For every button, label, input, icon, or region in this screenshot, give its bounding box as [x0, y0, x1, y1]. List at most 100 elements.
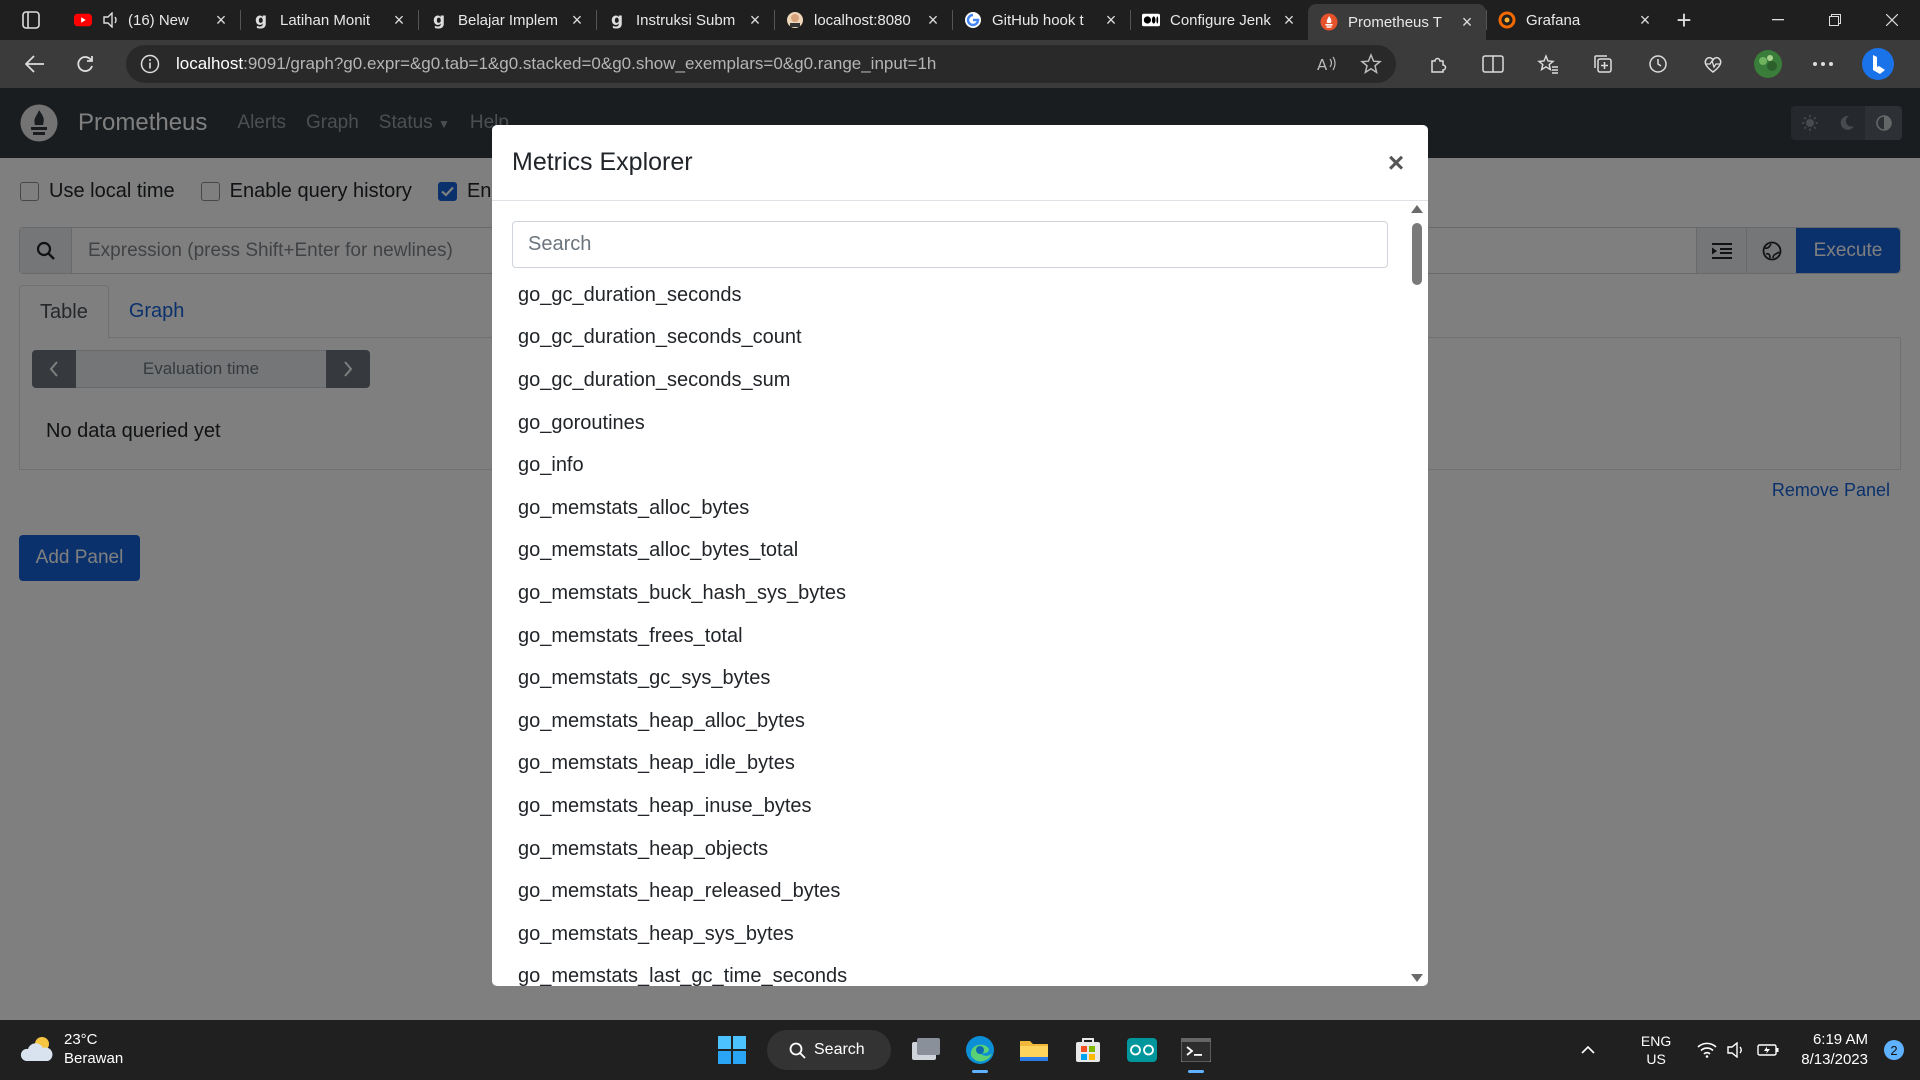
browser-tab-github-hook[interactable]: GitHub hook t ×	[952, 0, 1130, 40]
browser-tab-instruksi[interactable]: g Instruksi Subm ×	[596, 0, 774, 40]
bing-copilot-icon[interactable]	[1850, 40, 1905, 88]
favorite-star-icon[interactable]	[1360, 53, 1382, 75]
file-explorer-icon[interactable]	[1008, 1026, 1060, 1074]
metric-item[interactable]: go_memstats_alloc_bytes	[512, 487, 1388, 530]
split-screen-icon[interactable]	[1465, 40, 1520, 88]
restore-icon[interactable]	[1806, 0, 1863, 40]
edge-browser-icon[interactable]	[954, 1026, 1006, 1074]
tab-close-icon[interactable]: ×	[924, 10, 942, 30]
address-bar-row: localhost:9091/graph?g0.expr=&g0.tab=1&g…	[0, 40, 1920, 88]
task-view-icon[interactable]	[900, 1026, 952, 1074]
tab-close-icon[interactable]: ×	[390, 10, 408, 30]
tab-close-icon[interactable]: ×	[1280, 10, 1298, 30]
metric-item[interactable]: go_info	[512, 444, 1388, 487]
tab-title: Latihan Monit	[280, 11, 371, 29]
metric-item[interactable]: go_memstats_heap_released_bytes	[512, 870, 1388, 913]
windows-taskbar: 23°C Berawan Search ENG US 6:19 AM 8/13/…	[0, 1020, 1920, 1080]
network-sound-battery[interactable]	[1697, 1042, 1779, 1058]
prometheus-page: Prometheus Alerts Graph Status ▼ Help Us…	[0, 88, 1920, 1020]
metrics-search-input[interactable]: Search	[512, 221, 1388, 268]
clock-date: 8/13/2023	[1801, 1051, 1868, 1068]
browser-toolbar	[1410, 40, 1905, 88]
search-icon	[789, 1042, 806, 1059]
modal-body: Search go_gc_duration_seconds go_gc_dura…	[492, 201, 1428, 986]
scroll-down-arrow-icon[interactable]	[1411, 974, 1423, 982]
metric-item[interactable]: go_memstats_alloc_bytes_total	[512, 530, 1388, 573]
clock-time: 6:19 AM	[1812, 1031, 1868, 1048]
collections-icon[interactable]	[1575, 40, 1630, 88]
new-tab-button[interactable]: +	[1664, 0, 1704, 40]
profile-avatar[interactable]	[1740, 40, 1795, 88]
metric-item[interactable]: go_memstats_frees_total	[512, 615, 1388, 658]
scrollbar-thumb[interactable]	[1412, 223, 1422, 285]
modal-title: Metrics Explorer	[512, 148, 693, 176]
close-icon[interactable]: ×	[1384, 147, 1408, 179]
svg-text:g: g	[611, 11, 623, 29]
site-info-icon[interactable]	[140, 54, 160, 74]
tab-close-icon[interactable]: ×	[568, 10, 586, 30]
weather-temperature: 23°C	[64, 1031, 98, 1048]
refresh-icon[interactable]	[60, 40, 110, 88]
close-window-icon[interactable]	[1863, 0, 1920, 40]
tab-actions-icon[interactable]	[0, 0, 62, 40]
browser-tab-grafana[interactable]: Grafana ×	[1486, 0, 1664, 40]
favorites-icon[interactable]	[1520, 40, 1575, 88]
tab-close-icon[interactable]: ×	[212, 10, 230, 30]
tab-close-icon[interactable]: ×	[1636, 10, 1654, 30]
scroll-up-arrow-icon[interactable]	[1411, 205, 1423, 213]
input-language-indicator[interactable]: ENG US	[1641, 1032, 1671, 1068]
tray-icons	[1581, 1046, 1619, 1054]
metric-item[interactable]: go_gc_duration_seconds_sum	[512, 359, 1388, 402]
minimize-icon[interactable]	[1749, 0, 1806, 40]
tab-title: (16) New	[128, 11, 189, 29]
microsoft-store-icon[interactable]	[1062, 1026, 1114, 1074]
terminal-icon[interactable]	[1170, 1026, 1222, 1074]
system-tray: ENG US 6:19 AM 8/13/2023 2	[1581, 1020, 1920, 1080]
metric-item[interactable]: go_memstats_buck_hash_sys_bytes	[512, 572, 1388, 615]
taskbar-search-box[interactable]: Search	[767, 1030, 891, 1070]
tab-title: Instruksi Subm	[636, 11, 736, 29]
metric-item[interactable]: go_memstats_gc_sys_bytes	[512, 657, 1388, 700]
extensions-icon[interactable]	[1410, 40, 1465, 88]
metric-item[interactable]: go_gc_duration_seconds	[512, 274, 1388, 317]
tab-close-icon[interactable]: ×	[1102, 10, 1120, 30]
metric-item[interactable]: go_goroutines	[512, 402, 1388, 445]
metric-item[interactable]: go_memstats_heap_inuse_bytes	[512, 785, 1388, 828]
tab-title: GitHub hook t	[992, 11, 1084, 29]
metric-item[interactable]: go_memstats_heap_sys_bytes	[512, 913, 1388, 956]
speaker-icon[interactable]	[102, 11, 120, 29]
performance-icon[interactable]	[1685, 40, 1740, 88]
cloudy-weather-icon	[20, 1034, 56, 1064]
tab-close-icon[interactable]: ×	[1458, 12, 1476, 32]
metric-item[interactable]: go_memstats_last_gc_time_seconds	[512, 956, 1388, 986]
url-path: :9091/graph?g0.expr=&g0.tab=1&g0.stacked…	[243, 54, 937, 73]
volume-icon	[1727, 1042, 1747, 1058]
tab-title: Grafana	[1526, 11, 1581, 29]
tab-close-icon[interactable]: ×	[746, 10, 764, 30]
browser-tab-youtube[interactable]: (16) New ×	[62, 0, 240, 40]
clock[interactable]: 6:19 AM 8/13/2023	[1801, 1030, 1868, 1070]
back-icon[interactable]	[10, 40, 60, 88]
weather-widget[interactable]: 23°C Berawan	[20, 1030, 123, 1068]
url-host: localhost	[176, 54, 244, 73]
metric-item[interactable]: go_gc_duration_seconds_count	[512, 317, 1388, 360]
windows-start-icon[interactable]	[706, 1026, 758, 1074]
more-options-icon[interactable]	[1795, 40, 1850, 88]
read-aloud-icon[interactable]: A	[1316, 55, 1338, 73]
metric-item[interactable]: go_memstats_heap_objects	[512, 828, 1388, 871]
svg-text:A: A	[1317, 56, 1328, 73]
history-icon[interactable]	[1630, 40, 1685, 88]
modal-scrollbar[interactable]	[1406, 201, 1428, 986]
browser-tab-belajar[interactable]: g Belajar Implem ×	[418, 0, 596, 40]
notification-badge[interactable]: 2	[1884, 1040, 1904, 1060]
tab-title: Configure Jenk	[1170, 11, 1271, 29]
browser-tab-localhost[interactable]: localhost:8080 ×	[774, 0, 952, 40]
arduino-icon[interactable]	[1116, 1026, 1168, 1074]
chevron-up-icon[interactable]	[1581, 1046, 1595, 1054]
browser-tab-latihan[interactable]: g Latihan Monit ×	[240, 0, 418, 40]
metric-item[interactable]: go_memstats_heap_alloc_bytes	[512, 700, 1388, 743]
browser-tab-prometheus[interactable]: Prometheus T ×	[1308, 4, 1486, 40]
metric-item[interactable]: go_memstats_heap_idle_bytes	[512, 743, 1388, 786]
url-field[interactable]: localhost:9091/graph?g0.expr=&g0.tab=1&g…	[126, 45, 1396, 83]
browser-tab-configure-jenkins[interactable]: Configure Jenk ×	[1130, 0, 1308, 40]
